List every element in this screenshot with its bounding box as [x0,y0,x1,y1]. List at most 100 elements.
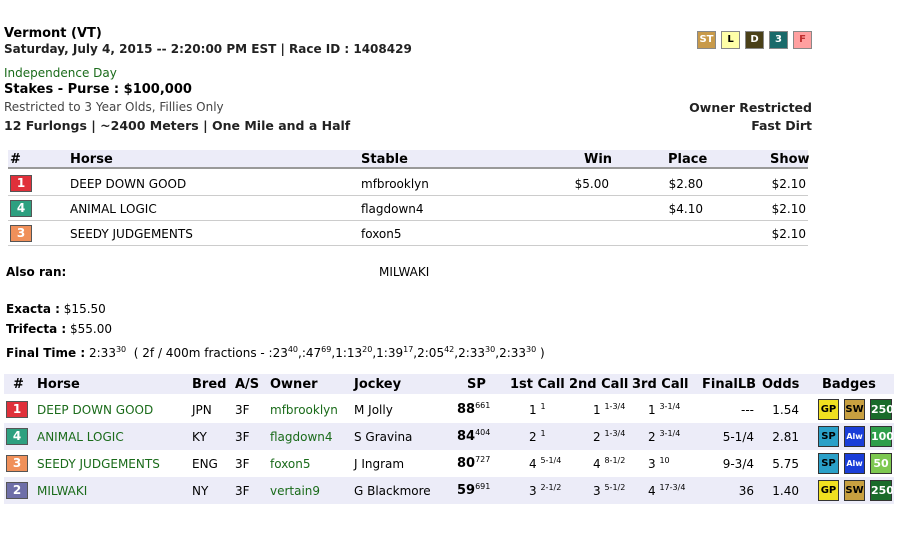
entry-owner-link[interactable]: vertain9 [270,484,320,498]
entry-jockey: G Blackmore [354,484,431,498]
entry-call3-margin: 17-3/4 [659,483,686,492]
stakes-purse-badge-icon[interactable]: SP [818,453,839,474]
entry-call1-margin: 5-1/4 [540,456,562,465]
entry-horse-link[interactable]: ANIMAL LOGIC [37,430,124,444]
fraction-hundredths: 17 [403,345,414,354]
entry-call1: 1 1 [529,402,546,418]
entry-horse-link[interactable]: DEEP DOWN GOOD [37,403,153,417]
also-ran-horse: MILWAKI [379,265,430,279]
post-position-badge: 4 [6,428,28,445]
entry-age-sex: 3F [235,484,250,498]
entry-horse-link[interactable]: MILWAKI [37,484,87,498]
entry-jockey: M Jolly [354,403,393,417]
results-col-place: Place [668,152,708,167]
entry-call2: 1 1-3/4 [593,402,626,418]
entries-row: 2 MILWAKI NY 3F vertain9 G Blackmore 59691 3 2-… [4,477,894,504]
entries-col-jockey: Jockey [354,377,402,392]
entry-call2-margin: 1-3/4 [604,402,626,411]
entry-call1-pos: 2 [529,430,537,444]
results-col-show: Show [770,152,810,167]
entry-call1-pos: 3 [529,484,537,498]
entry-call1-pos: 1 [529,403,537,417]
results-col-win: Win [584,152,613,167]
points-50-badge-icon[interactable]: 50 [870,453,892,474]
results-row: 1 DEEP DOWN GOOD mfbrooklyn $5.00 $2.80 … [8,171,808,196]
stakes-winner-badge-icon[interactable]: SW [844,399,865,420]
fraction-hundredths: 69 [321,345,332,354]
post-position-badge: 1 [6,401,28,418]
entry-final-lb: 36 [738,484,754,498]
entry-call1-margin: 2-1/2 [540,483,562,492]
purse-value: $100,000 [123,82,192,97]
entry-bred: JPN [192,403,212,417]
race-distance: 12 Furlongs | ~2400 Meters | One Mile an… [4,118,351,133]
entry-bred: NY [192,484,209,498]
allowance-badge-icon[interactable]: Alw [844,453,865,474]
fraction-time: 2:05 [417,346,445,360]
entry-bred: ENG [192,457,218,471]
entries-col-odds: Odds [762,377,800,392]
entry-sp-sup: 661 [475,401,491,410]
entry-sp-value: 84 [457,429,476,444]
graded-purse-badge-icon[interactable]: GP [818,399,839,420]
fraction-hundredths: 40 [287,345,299,354]
graded-purse-badge-icon[interactable]: GP [818,480,839,501]
allowance-badge-icon[interactable]: Alw [844,426,865,447]
surface-legend-l: L [721,31,740,49]
entry-speed-points: 88661 [457,401,491,418]
entry-call3: 2 3-1/4 [648,429,681,445]
entry-call2-margin: 1-3/4 [604,429,626,438]
results-col-num: # [10,152,21,167]
stakes-winner-badge-icon[interactable]: SW [844,480,865,501]
results-col-horse: Horse [70,152,113,167]
trifecta-line: Trifecta : $55.00 [6,322,112,336]
entry-owner-link[interactable]: flagdown4 [270,430,333,444]
purse-label: Stakes - Purse : [4,82,124,97]
exacta-value: $15.50 [63,302,106,316]
fraction-hundredths: 30 [485,345,496,354]
entries-col-finallb: FinalLB [702,377,757,392]
entries-col-call2: 2nd Call [569,377,629,392]
fraction-time: 1:13 [335,346,363,360]
fraction-hundredths: 20 [362,345,373,354]
entry-call1-margin: 1 [540,402,546,411]
post-position-badge: 3 [10,225,32,242]
purse-line: Stakes - Purse : $100,000 [4,82,192,97]
entry-call1-pos: 4 [529,457,537,471]
results-stable: flagdown4 [361,202,424,216]
points-250-badge-icon[interactable]: 250 [870,399,894,420]
surface-legend-f: F [793,31,812,49]
final-time-line: Final Time : 2:3330 ( 2f / 400m fraction… [6,345,545,361]
entry-owner-link[interactable]: foxon5 [270,457,311,471]
fraction-time: :23 [268,346,288,360]
entries-col-owner: Owner [270,377,318,392]
results-stable: foxon5 [361,227,402,241]
entry-sp-sup: 404 [475,428,491,437]
points-100-badge-icon[interactable]: 100 [870,426,894,447]
entries-col-badges: Badges [822,377,876,392]
entries-col-horse: Horse [37,377,80,392]
race-date-line: Saturday, July 4, 2015 -- 2:20:00 PM EST… [4,42,412,56]
entry-call3-margin: 3-1/4 [659,429,681,438]
entry-speed-points: 80727 [457,456,490,472]
fraction-hundredths: 42 [444,345,455,354]
entry-age-sex: 3F [235,457,250,471]
entry-call1: 3 2-1/2 [529,483,562,499]
fraction-time: :47 [301,346,322,360]
results-win: $5.00 [574,177,609,191]
entry-age-sex: 3F [235,430,250,444]
results-place: $4.10 [668,202,703,216]
entry-owner-link[interactable]: mfbrooklyn [270,403,338,417]
post-position-badge: 2 [6,482,28,499]
entries-col-sp: SP [467,377,486,392]
entry-call3-pos: 1 [648,403,656,417]
entry-horse-link[interactable]: SEEDY JUDGEMENTS [37,457,160,471]
race-restriction: Restricted to 3 Year Olds, Fillies Only [4,100,224,114]
stakes-purse-badge-icon[interactable]: SP [818,426,839,447]
entry-call3-pos: 2 [648,430,656,444]
entries-row: 3 SEEDY JUDGEMENTS ENG 3F foxon5 J Ingram 8072… [4,450,894,477]
entries-header-row: # Horse Bred A/S Owner Jockey SP 1st Cal… [4,374,894,394]
entry-speed-points: 59691 [457,483,490,499]
results-show: $2.10 [771,227,806,241]
points-250-badge-icon[interactable]: 250 [870,480,894,501]
